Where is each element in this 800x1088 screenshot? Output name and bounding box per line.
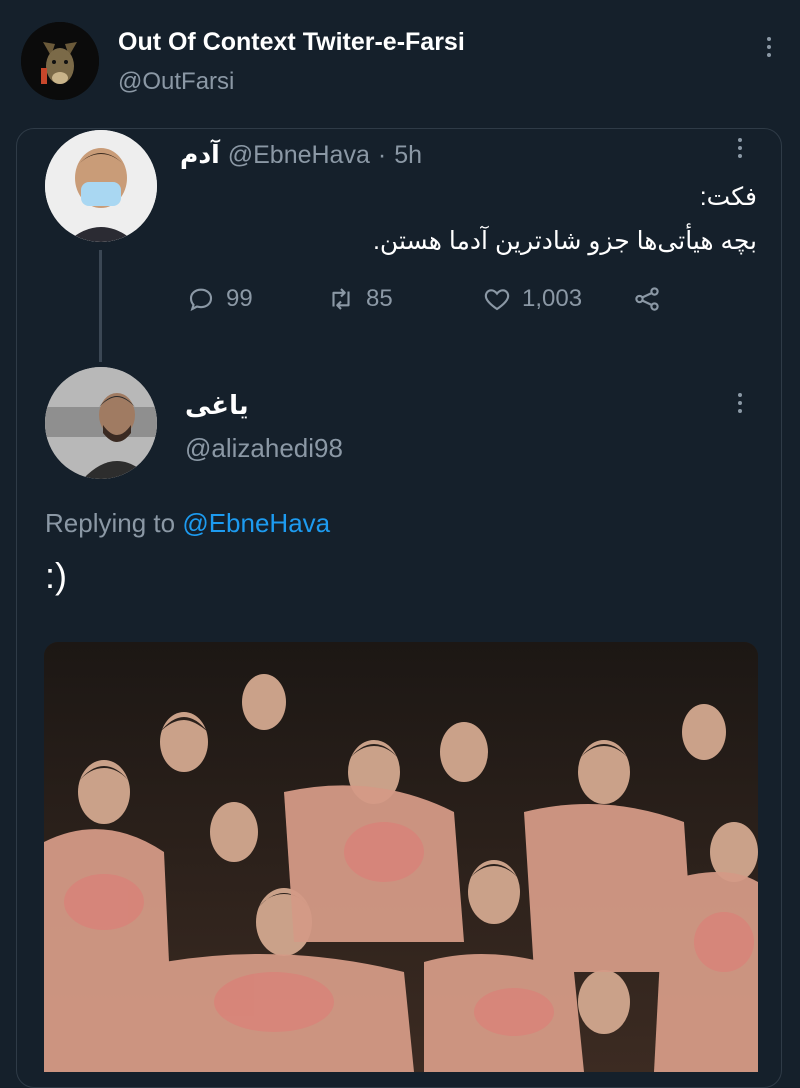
share-action[interactable] [632, 284, 662, 314]
quoted-name[interactable]: آدم [180, 140, 220, 170]
account-avatar[interactable] [21, 22, 99, 100]
child-avatar-icon [45, 130, 157, 242]
replying-to-link[interactable]: @EbneHava [182, 508, 330, 538]
like-action[interactable]: 1,003 [482, 284, 582, 314]
thread-line [99, 250, 102, 362]
reply-icon [189, 288, 213, 312]
quoted-avatar[interactable] [45, 130, 157, 242]
reply-count: 99 [226, 285, 253, 312]
reply-avatar[interactable] [45, 367, 157, 479]
reply-text: :) [45, 555, 67, 596]
quoted-time[interactable]: 5h [394, 141, 422, 170]
reply-action[interactable]: 99 [186, 284, 253, 314]
man-avatar-icon [45, 367, 157, 479]
reply-handle[interactable]: @alizahedi98 [185, 433, 343, 464]
crowd-photo-icon [44, 642, 758, 1072]
more-vertical-icon[interactable] [738, 138, 742, 158]
like-count: 1,003 [522, 285, 583, 312]
more-vertical-icon[interactable] [738, 393, 742, 413]
retweet-count: 85 [366, 285, 393, 312]
replying-to-label: Replying to [45, 508, 176, 538]
more-vertical-icon[interactable] [767, 37, 771, 57]
quoted-text-line2: بچه هیأتی‌ها جزو شادترین آدما هستن. [372, 227, 757, 255]
quoted-separator: · [377, 141, 387, 169]
retweet-icon [332, 288, 350, 310]
retweet-action[interactable]: 85 [326, 284, 393, 314]
account-name[interactable]: Out Of Context Twiter-e-Farsi [118, 28, 465, 57]
media-image[interactable] [44, 642, 758, 1072]
share-icon [635, 287, 659, 311]
quoted-text-line1: فکت: [699, 183, 757, 211]
donkey-avatar-icon [21, 22, 99, 100]
quoted-handle[interactable]: @EbneHava [228, 141, 370, 170]
account-handle[interactable]: @OutFarsi [118, 68, 234, 96]
like-icon [484, 289, 510, 311]
reply-name[interactable]: یاغی [185, 390, 249, 421]
